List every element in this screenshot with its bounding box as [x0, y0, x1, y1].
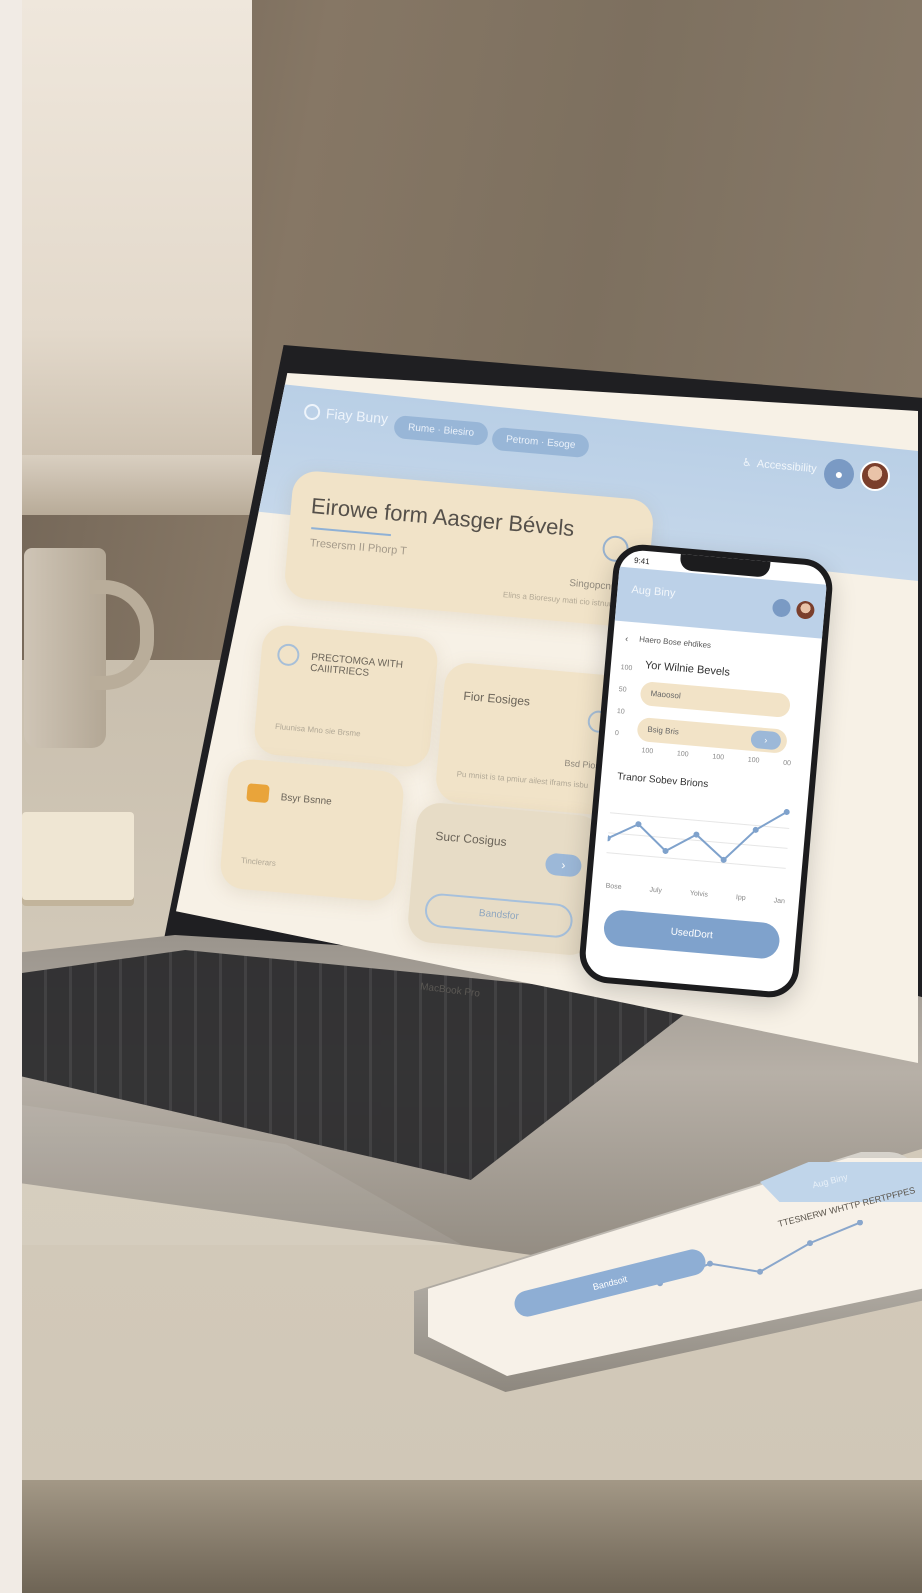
card-4-title: Sucr Cosigus	[434, 828, 508, 849]
card-1-text: Fluunisa Mno sie Brsme	[274, 721, 361, 739]
phone-row-1[interactable]: Maoosol	[639, 681, 792, 719]
chart-months: Bose July Yolvis Ipp Jan	[605, 883, 785, 906]
folder-icon	[246, 783, 270, 804]
phone-cta-button[interactable]: UsedDort	[602, 908, 781, 960]
y-tick: 0	[614, 729, 620, 738]
desk-scene: MacBook Pro Fiay Buny Rume · Biesiro Pet…	[0, 0, 922, 1593]
month-label: July	[649, 886, 663, 895]
hero-subtitle: Tresersm II Phorp T	[309, 537, 408, 558]
card-1[interactable]: PRECTOMGA WITH CAIIITRIECS Fluunisa Mno …	[252, 623, 440, 769]
avatar[interactable]	[860, 461, 890, 491]
hero-title: Eirowe form Aasger Bévels	[310, 493, 576, 542]
x-tick: 100	[747, 756, 760, 765]
window	[22, 0, 252, 470]
phone-row-1-label: Maoosol	[650, 688, 682, 701]
data-point	[857, 1220, 863, 1226]
month-label: Jan	[773, 897, 786, 906]
next-button[interactable]: ›	[544, 852, 583, 878]
card-2-text: Pu mnist is ta pmiur ailest iframs isbu	[456, 769, 589, 790]
desk-edge	[22, 1480, 922, 1593]
phone-subtitle: Haero Bose ehdikes	[638, 634, 712, 650]
phone-row-2-arrow[interactable]: ›	[750, 729, 782, 751]
x-tick: 100	[641, 747, 654, 756]
chart-series	[604, 808, 790, 863]
accessibility-icon: ♿	[741, 456, 753, 470]
user-icon: ●	[834, 466, 844, 482]
phone-mockup: 9:41 Aug Biny ‹ Haero Bose ehdikes Yor W…	[577, 542, 835, 1000]
profile-button[interactable]: ●	[824, 459, 854, 489]
logo-icon	[303, 403, 321, 421]
hero-underline	[311, 527, 391, 537]
hero-note: Elins a Bioresuy mati cio istnunes	[502, 590, 623, 610]
data-point	[807, 1240, 813, 1247]
grid-line	[606, 852, 786, 869]
phone-time: 9:41	[633, 555, 650, 567]
y-tick: 100	[620, 664, 633, 673]
window-sill	[22, 455, 272, 515]
card-4-button[interactable]: Bandsfor	[423, 892, 574, 939]
x-tick: 100	[676, 750, 689, 759]
notebook	[22, 812, 134, 900]
compass-icon	[276, 642, 301, 667]
card-4[interactable]: Sucr Cosigus › Bandsfor	[406, 801, 604, 957]
card-1-title: PRECTOMGA WITH CAIIITRIECS	[309, 651, 404, 679]
phone-y-axis: 100 50 10 0	[614, 657, 633, 746]
y-tick: 10	[616, 708, 625, 716]
phone-header	[614, 566, 827, 639]
x-tick: 100	[712, 753, 725, 762]
card-2-title: Fior Eosiges	[462, 688, 531, 709]
line-chart	[604, 808, 790, 869]
data-point	[707, 1260, 713, 1267]
y-tick: 50	[618, 686, 627, 694]
x-tick: 00	[782, 759, 792, 768]
data-point	[757, 1268, 763, 1275]
month-label: Bose	[605, 882, 622, 892]
month-label: Yolvis	[689, 890, 709, 899]
phone-row-2-label: Bsig Bris	[647, 724, 680, 737]
data-point	[604, 835, 611, 842]
back-icon[interactable]: ‹	[625, 633, 629, 643]
chart-title: Tranor Sobev Brions	[616, 771, 709, 791]
month-label: Ipp	[735, 894, 746, 902]
card-3-text: Tinclerars	[240, 855, 277, 868]
card-3-title: Bsyr Bsnne	[280, 792, 333, 808]
phone-heading: Yor Wilnie Bevels	[644, 659, 731, 679]
card-3[interactable]: Bsyr Bsnne Tinclerars	[218, 757, 406, 903]
left-margin	[0, 0, 22, 1593]
